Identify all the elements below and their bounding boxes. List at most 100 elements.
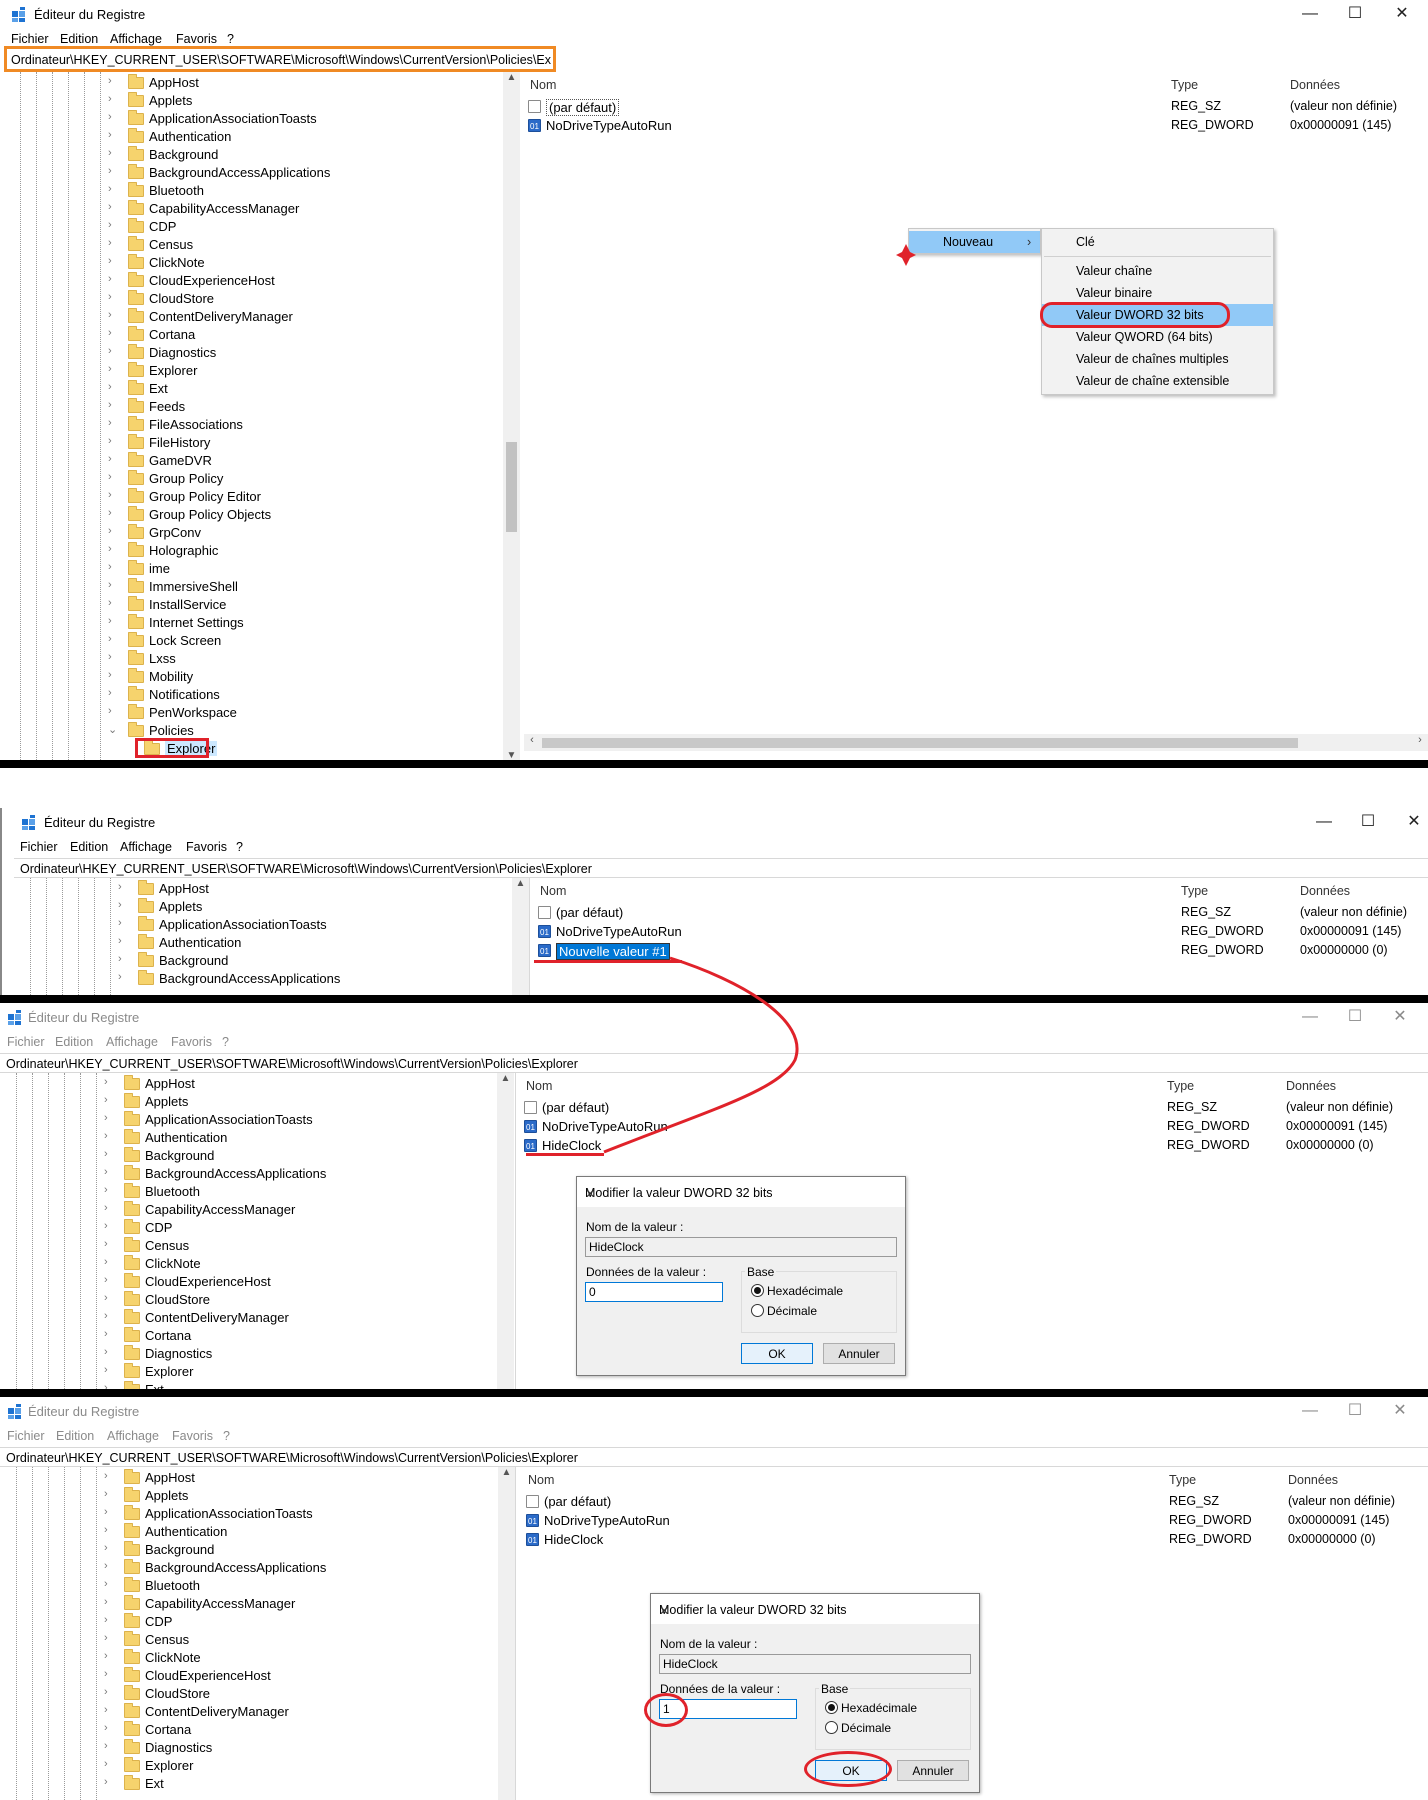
column-data[interactable]: Données <box>1288 1473 1338 1487</box>
tree-item[interactable]: › Authentication <box>118 934 518 952</box>
tree-item[interactable]: Explorer <box>124 740 519 758</box>
maximize-icon[interactable]: ☐ <box>1345 1401 1365 1421</box>
tree-item[interactable]: › CloudStore <box>108 290 508 308</box>
tree-scrollbar[interactable]: ▲ <box>498 1467 515 1800</box>
maximize-icon[interactable]: ☐ <box>1358 812 1378 832</box>
maximize-icon[interactable]: ☐ <box>1345 4 1365 24</box>
chevron-right-icon[interactable]: › <box>104 1256 116 1268</box>
tree-item[interactable]: › GameDVR <box>108 452 508 470</box>
chevron-right-icon[interactable]: › <box>104 1166 116 1178</box>
radio-hex[interactable] <box>751 1284 764 1297</box>
menu-item-valeur-qword[interactable]: Valeur QWORD (64 bits) <box>1042 326 1273 348</box>
menu-edition[interactable]: Edition <box>60 32 98 46</box>
tree-item[interactable]: › CDP <box>108 218 508 236</box>
chevron-right-icon[interactable]: › <box>108 291 120 303</box>
tree-item[interactable]: › FileAssociations <box>108 416 508 434</box>
tree-item[interactable]: › AppHost <box>108 74 508 92</box>
value-row[interactable]: 01 NoDriveTypeAutoRun REG_DWORD 0x000000… <box>520 1118 1420 1136</box>
value-row-selected[interactable]: 01 HideClock REG_DWORD 0x00000000 (0) <box>520 1137 1420 1155</box>
tree-item[interactable]: › Authentication <box>108 128 508 146</box>
chevron-right-icon[interactable]: › <box>118 935 130 947</box>
tree-scrollbar[interactable]: ▲ ▼ <box>503 72 520 766</box>
column-name[interactable]: Nom <box>528 1473 554 1487</box>
tree-item[interactable]: › Bluetooth <box>104 1183 504 1201</box>
tree-item[interactable]: › Group Policy Objects <box>108 506 508 524</box>
tree-item[interactable]: › Census <box>108 236 508 254</box>
menu-help[interactable]: ? <box>236 840 243 854</box>
tree-item[interactable]: › BackgroundAccessApplications <box>108 164 508 182</box>
tree-item[interactable]: › Feeds <box>108 398 508 416</box>
radio-dec[interactable] <box>751 1304 764 1317</box>
tree-item[interactable]: › Authentication <box>104 1523 504 1541</box>
chevron-right-icon[interactable]: › <box>108 273 120 285</box>
value-row[interactable]: 01 HideClock REG_DWORD 0x00000000 (0) <box>522 1531 1422 1549</box>
ok-button[interactable]: OK <box>741 1343 813 1364</box>
menu-favoris[interactable]: Favoris <box>171 1035 212 1049</box>
list-hscrollbar[interactable]: ‹ › <box>524 734 1428 751</box>
chevron-right-icon[interactable]: › <box>104 1220 116 1232</box>
chevron-right-icon[interactable]: › <box>108 687 120 699</box>
chevron-right-icon[interactable]: › <box>108 489 120 501</box>
tree-item[interactable]: › Authentication <box>104 1129 504 1147</box>
chevron-right-icon[interactable]: › <box>104 1614 116 1626</box>
scroll-up-icon[interactable]: ▲ <box>498 1467 515 1483</box>
column-data[interactable]: Données <box>1286 1079 1336 1093</box>
chevron-right-icon[interactable]: › <box>108 633 120 645</box>
menu-item-chaine-extensible[interactable]: Valeur de chaîne extensible <box>1042 370 1273 392</box>
tree-item[interactable]: › ContentDeliveryManager <box>104 1703 504 1721</box>
tree-item[interactable]: › Cortana <box>104 1721 504 1739</box>
menu-item-nouveau[interactable]: Nouveau › <box>909 231 1040 253</box>
menu-help[interactable]: ? <box>227 32 234 46</box>
tree-item[interactable]: › ApplicationAssociationToasts <box>118 916 518 934</box>
tree-item[interactable]: › CloudStore <box>104 1291 504 1309</box>
chevron-right-icon[interactable]: › <box>118 899 130 911</box>
tree-item[interactable]: › ImmersiveShell <box>108 578 508 596</box>
column-type[interactable]: Type <box>1171 78 1198 92</box>
menu-edition[interactable]: Edition <box>55 1035 93 1049</box>
chevron-right-icon[interactable]: › <box>104 1382 116 1389</box>
tree-item[interactable]: › Ext <box>104 1381 504 1389</box>
chevron-right-icon[interactable]: › <box>108 201 120 213</box>
tree-item[interactable]: › CDP <box>104 1613 504 1631</box>
chevron-right-icon[interactable]: › <box>104 1506 116 1518</box>
chevron-right-icon[interactable]: › <box>108 75 120 87</box>
chevron-right-icon[interactable]: › <box>108 255 120 267</box>
tree-item[interactable]: › CapabilityAccessManager <box>104 1201 504 1219</box>
tree-item[interactable]: › BackgroundAccessApplications <box>118 970 518 988</box>
menu-favoris[interactable]: Favoris <box>186 840 227 854</box>
scroll-up-icon[interactable]: ▲ <box>497 1073 514 1089</box>
tree-item[interactable]: › Census <box>104 1631 504 1649</box>
menu-fichier[interactable]: Fichier <box>11 32 49 46</box>
chevron-right-icon[interactable]: › <box>108 147 120 159</box>
menu-help[interactable]: ? <box>223 1429 230 1443</box>
tree-item[interactable]: ⌄ Policies <box>108 722 508 740</box>
value-row[interactable]: 01 NoDriveTypeAutoRun REG_DWORD 0x000000… <box>524 117 1424 135</box>
chevron-right-icon[interactable]: › <box>104 1470 116 1482</box>
chevron-down-icon[interactable]: ⌄ <box>108 723 120 736</box>
tree-item[interactable]: › FileHistory <box>108 434 508 452</box>
tree-item[interactable]: › Explorer <box>108 362 508 380</box>
scroll-up-icon[interactable]: ▲ <box>503 72 520 88</box>
column-data[interactable]: Données <box>1300 884 1350 898</box>
menu-fichier[interactable]: Fichier <box>7 1429 45 1443</box>
ok-button[interactable]: OK <box>815 1760 887 1781</box>
address-input[interactable] <box>6 1449 1206 1466</box>
tree-item[interactable]: › Group Policy Editor <box>108 488 508 506</box>
chevron-right-icon[interactable]: › <box>104 1076 116 1088</box>
minimize-icon[interactable]: — <box>1300 4 1320 24</box>
value-row[interactable]: 01 NoDriveTypeAutoRun REG_DWORD 0x000000… <box>534 923 1428 941</box>
value-name-field[interactable] <box>585 1237 897 1257</box>
value-row[interactable]: ab (par défaut) REG_SZ (valeur non défin… <box>524 98 1424 116</box>
column-name[interactable]: Nom <box>540 884 566 898</box>
chevron-right-icon[interactable]: › <box>108 651 120 663</box>
address-input[interactable] <box>20 860 1220 877</box>
tree-item[interactable]: › CloudExperienceHost <box>104 1273 504 1291</box>
chevron-right-icon[interactable]: › <box>104 1292 116 1304</box>
tree-item[interactable]: › Background <box>104 1541 504 1559</box>
chevron-right-icon[interactable]: › <box>104 1364 116 1376</box>
chevron-right-icon[interactable]: › <box>108 237 120 249</box>
close-icon[interactable]: ✕ <box>659 1603 971 1618</box>
chevron-right-icon[interactable]: › <box>108 615 120 627</box>
chevron-right-icon[interactable]: › <box>118 971 130 983</box>
close-icon[interactable]: ✕ <box>1404 812 1424 832</box>
